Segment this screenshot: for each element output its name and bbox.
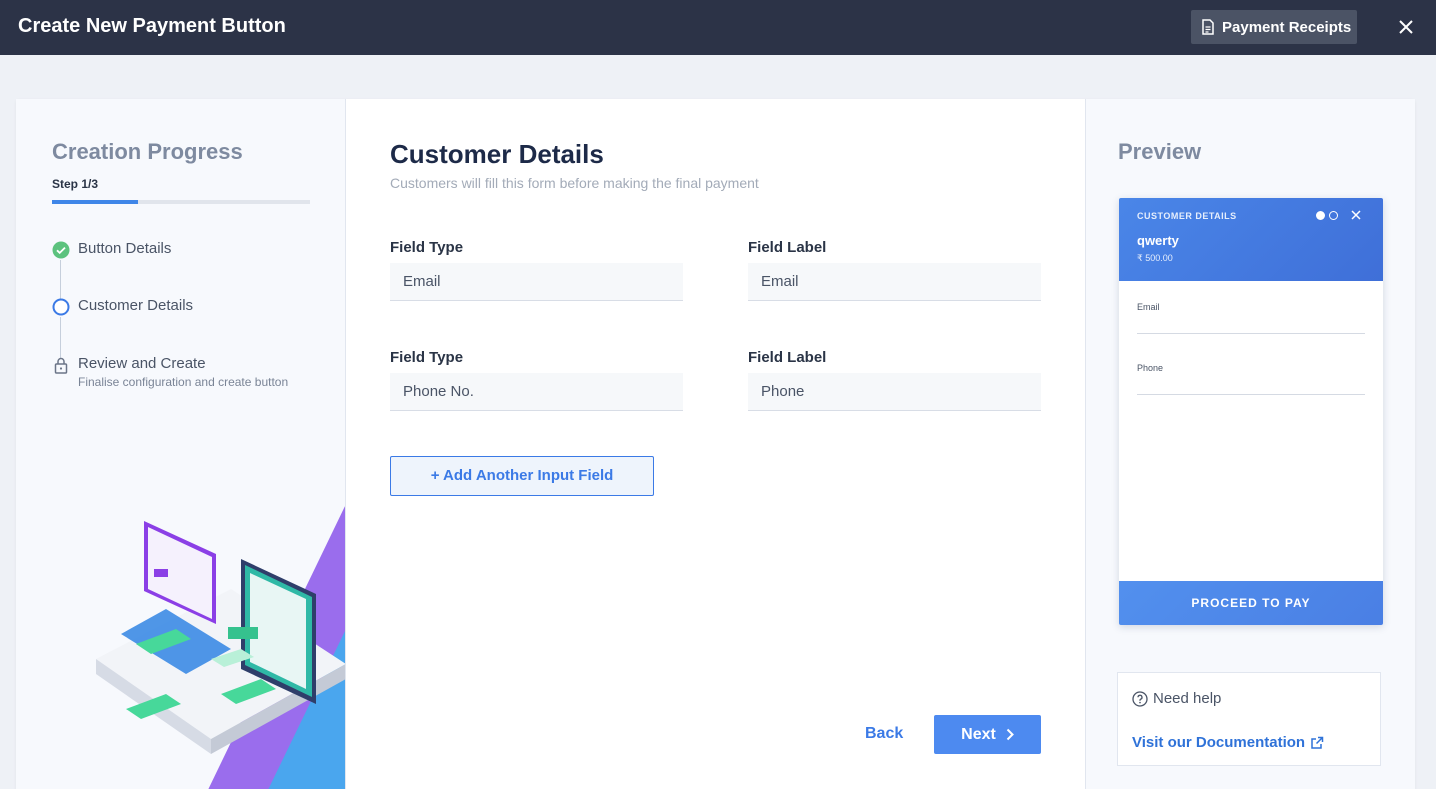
progress-panel: Creation Progress Step 1/3 Button Detail… xyxy=(16,99,346,789)
close-icon[interactable] xyxy=(1396,17,1416,37)
preview-field-line xyxy=(1137,333,1365,334)
form-title: Customer Details xyxy=(390,139,604,169)
field-type-select[interactable]: Phone No. xyxy=(390,373,683,411)
preview-button-name: qwerty xyxy=(1137,233,1179,248)
progress-bar xyxy=(52,200,310,204)
page-title: Create New Payment Button xyxy=(18,15,286,37)
check-circle-icon xyxy=(52,241,70,259)
chevron-right-icon xyxy=(1006,728,1014,741)
preview-amount: ₹ 500.00 xyxy=(1137,253,1173,263)
preview-header: CUSTOMER DETAILS qwerty ₹ 500.00 xyxy=(1119,198,1383,281)
field-label-input[interactable]: Email xyxy=(748,263,1041,301)
next-button[interactable]: Next xyxy=(934,715,1041,754)
form-panel: Customer Details Customers will fill thi… xyxy=(346,99,1086,789)
preview-field-label: Phone xyxy=(1137,363,1164,373)
add-input-field-button[interactable]: + Add Another Input Field xyxy=(390,456,654,496)
step-button-details[interactable]: Button Details xyxy=(52,240,171,259)
back-button[interactable]: Back xyxy=(865,725,903,743)
step-review-and-create: Review and Create Finalise configuration… xyxy=(52,355,288,389)
preview-panel: Preview CUSTOMER DETAILS qwerty ₹ 500.00… xyxy=(1086,99,1415,789)
preview-field-label: Email xyxy=(1137,302,1160,312)
step-sublabel: Finalise configuration and create button xyxy=(78,375,289,389)
step-label: Customer Details xyxy=(78,297,194,314)
field-type-select[interactable]: Email xyxy=(390,263,683,301)
preview-header-label: CUSTOMER DETAILS xyxy=(1137,211,1237,221)
lock-icon xyxy=(54,357,68,374)
help-box: Need help Visit our Documentation xyxy=(1117,672,1381,766)
proceed-to-pay-button: PROCEED TO PAY xyxy=(1119,581,1383,625)
step-label: Button Details xyxy=(78,240,172,257)
help-title: Need help xyxy=(1132,690,1221,707)
payment-receipts-button[interactable]: Payment Receipts xyxy=(1191,10,1357,44)
help-title-text: Need help xyxy=(1153,690,1222,707)
progress-bar-fill xyxy=(52,200,138,204)
payment-receipts-label: Payment Receipts xyxy=(1222,18,1352,36)
current-step-circle-icon xyxy=(52,298,70,316)
progress-title: Creation Progress xyxy=(52,139,243,164)
close-icon xyxy=(1351,210,1361,220)
step-connector xyxy=(60,317,61,359)
field-label-label: Field Label xyxy=(748,239,827,256)
step-dot xyxy=(1329,211,1338,220)
external-link-icon xyxy=(1311,736,1324,749)
preview-title: Preview xyxy=(1118,139,1202,164)
question-circle-icon xyxy=(1132,690,1148,707)
payment-form-preview: CUSTOMER DETAILS qwerty ₹ 500.00 Email P… xyxy=(1119,198,1383,625)
step-dot-active xyxy=(1316,211,1325,220)
field-label-label: Field Label xyxy=(748,349,827,366)
payment-illustration xyxy=(96,506,345,789)
step-customer-details[interactable]: Customer Details xyxy=(52,297,193,316)
preview-step-dots xyxy=(1316,211,1338,220)
documentation-link-text: Visit our Documentation xyxy=(1132,734,1306,751)
step-label: Review and Create xyxy=(78,355,206,372)
preview-field-line xyxy=(1137,394,1365,395)
document-icon xyxy=(1202,19,1214,35)
form-subtitle: Customers will fill this form before mak… xyxy=(390,175,759,191)
field-type-label: Field Type xyxy=(390,349,464,366)
top-bar: Create New Payment Button Payment Receip… xyxy=(0,0,1436,55)
next-label: Next xyxy=(961,725,996,743)
documentation-link[interactable]: Visit our Documentation xyxy=(1132,734,1324,751)
step-indicator: Step 1/3 xyxy=(52,177,99,191)
field-label-input[interactable]: Phone xyxy=(748,373,1041,411)
field-type-label: Field Type xyxy=(390,239,464,256)
